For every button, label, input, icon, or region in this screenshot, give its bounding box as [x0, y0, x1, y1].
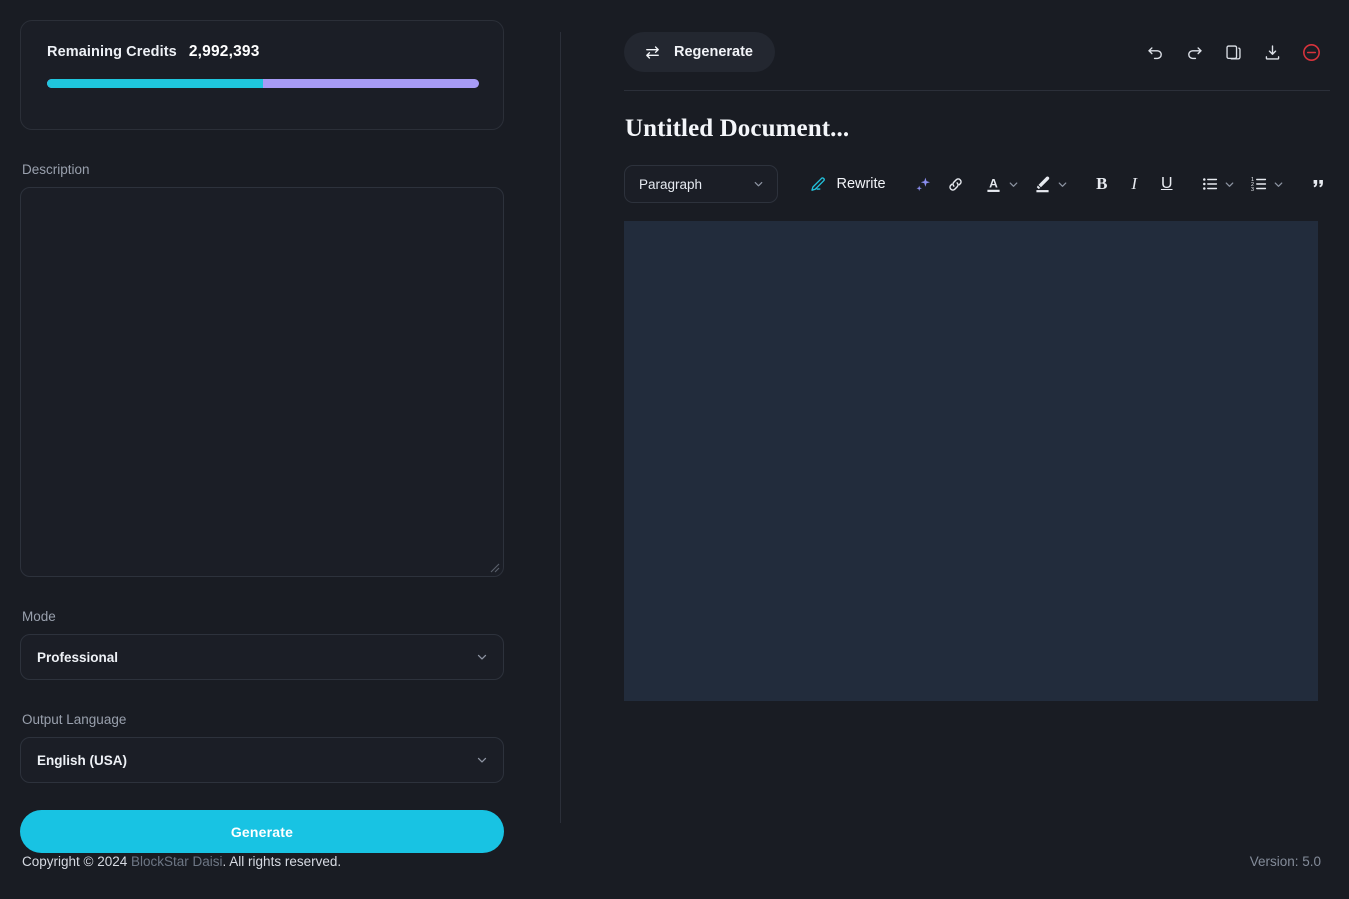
quote-icon — [1308, 174, 1328, 194]
svg-text:3: 3 — [1251, 187, 1254, 193]
copyright-suffix: . All rights reserved. — [223, 854, 342, 869]
brand-name[interactable]: BlockStar Daisi — [131, 854, 223, 869]
redo-button[interactable] — [1181, 39, 1207, 65]
copyright-text: Copyright © 2024 BlockStar Daisi. All ri… — [22, 854, 341, 869]
link-button[interactable] — [944, 169, 967, 199]
bullet-list-dropdown[interactable] — [1222, 169, 1238, 199]
chevron-down-icon — [1007, 178, 1020, 191]
chevron-down-icon — [1056, 178, 1069, 191]
resize-grip-icon[interactable] — [488, 561, 500, 573]
swap-arrows-icon — [643, 43, 662, 62]
credits-label: Remaining Credits — [47, 44, 177, 60]
copy-button[interactable] — [1220, 39, 1246, 65]
output-language-selected-value: English (USA) — [37, 753, 127, 768]
italic-icon: I — [1131, 174, 1137, 194]
redo-icon — [1185, 43, 1204, 62]
minus-circle-icon — [1301, 42, 1322, 63]
numbered-list-dropdown[interactable] — [1270, 169, 1286, 199]
output-language-select[interactable]: English (USA) — [20, 737, 504, 783]
credits-progress-fill — [47, 79, 263, 88]
pencil-icon — [808, 175, 827, 194]
version-label: Version: 5.0 — [1250, 854, 1327, 869]
output-language-label: Output Language — [22, 712, 540, 727]
remaining-credits-card: Remaining Credits 2,992,393 — [20, 20, 504, 130]
text-color-icon: A — [983, 174, 1004, 195]
underline-icon: U — [1161, 175, 1173, 193]
block-type-select[interactable]: Paragraph — [624, 165, 778, 203]
copyright-prefix: Copyright © 2024 — [22, 854, 131, 869]
right-panel: Regenerate — [600, 0, 1349, 823]
numbered-list-button[interactable]: 1 2 3 — [1247, 169, 1270, 199]
chevron-down-icon — [475, 650, 489, 664]
document-title[interactable]: Untitled Document... — [625, 115, 1330, 143]
regenerate-label: Regenerate — [674, 44, 753, 60]
bold-button[interactable]: B — [1090, 169, 1113, 199]
svg-text:A: A — [989, 176, 998, 190]
editor-topbar: Regenerate — [624, 24, 1330, 80]
sparkle-icon — [913, 174, 933, 194]
description-field-wrapper — [20, 187, 504, 577]
mode-selected-value: Professional — [37, 650, 118, 665]
link-icon — [946, 175, 965, 194]
block-type-value: Paragraph — [639, 177, 702, 192]
credits-progress-bar — [47, 79, 479, 88]
regenerate-button[interactable]: Regenerate — [624, 32, 775, 72]
highlighter-icon — [1032, 174, 1053, 195]
description-label: Description — [22, 162, 540, 177]
numbered-list-icon: 1 2 3 — [1249, 174, 1269, 194]
italic-button[interactable]: I — [1123, 169, 1146, 199]
copy-icon — [1224, 43, 1243, 62]
highlight-button[interactable] — [1031, 169, 1054, 199]
editor-actions — [1142, 39, 1330, 65]
editor-content-area[interactable] — [624, 221, 1318, 701]
delete-button[interactable] — [1298, 39, 1324, 65]
footer: Copyright © 2024 BlockStar Daisi. All ri… — [0, 823, 1349, 899]
mode-label: Mode — [22, 609, 540, 624]
credits-header: Remaining Credits 2,992,393 — [47, 43, 477, 61]
bold-icon: B — [1096, 174, 1107, 194]
panel-divider — [560, 32, 561, 823]
download-icon — [1263, 43, 1282, 62]
mode-select[interactable]: Professional — [20, 634, 504, 680]
chevron-down-icon — [752, 178, 765, 191]
chevron-down-icon — [1223, 178, 1236, 191]
chevron-down-icon — [475, 753, 489, 767]
rewrite-button[interactable]: Rewrite — [802, 167, 891, 201]
text-color-button[interactable]: A — [982, 169, 1005, 199]
description-input[interactable] — [21, 188, 503, 576]
format-toolbar: Paragraph Rewrite — [624, 165, 1330, 203]
topbar-divider — [624, 90, 1330, 91]
text-color-dropdown[interactable] — [1005, 169, 1021, 199]
rewrite-label: Rewrite — [836, 176, 885, 192]
undo-button[interactable] — [1142, 39, 1168, 65]
download-button[interactable] — [1259, 39, 1285, 65]
ai-sparkle-button[interactable] — [911, 169, 934, 199]
left-panel: Remaining Credits 2,992,393 Description … — [0, 0, 560, 823]
bullet-list-button[interactable] — [1198, 169, 1221, 199]
chevron-down-icon — [1272, 178, 1285, 191]
bullet-list-icon — [1200, 174, 1220, 194]
app-root: Remaining Credits 2,992,393 Description … — [0, 0, 1349, 899]
undo-icon — [1146, 43, 1165, 62]
credits-value: 2,992,393 — [189, 43, 260, 61]
highlight-dropdown[interactable] — [1054, 169, 1070, 199]
underline-button[interactable]: U — [1155, 169, 1178, 199]
blockquote-button[interactable] — [1307, 169, 1330, 199]
